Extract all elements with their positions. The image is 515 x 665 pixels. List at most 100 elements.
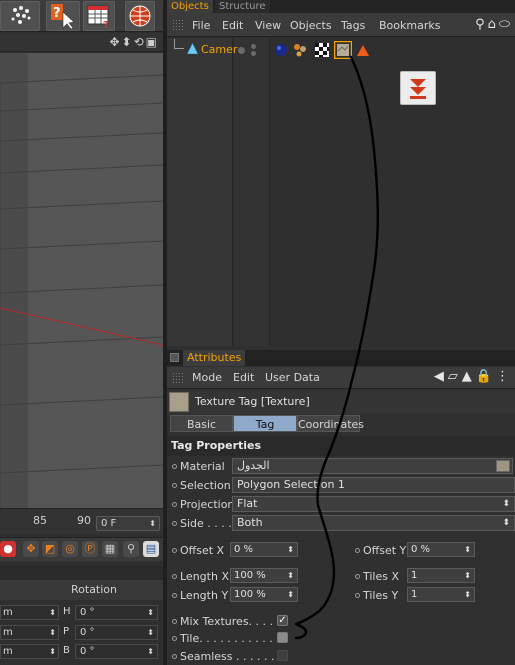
drop-down-arrows-button[interactable] bbox=[400, 71, 436, 105]
scale-key-button[interactable]: ◩ bbox=[42, 541, 58, 557]
move-key-button[interactable]: ✥ bbox=[23, 541, 39, 557]
sculpt-tool-button[interactable] bbox=[0, 1, 40, 31]
phong-tag-icon[interactable] bbox=[293, 43, 307, 57]
keyframe-selection-button[interactable]: ▤ bbox=[143, 541, 159, 557]
animate-bullet-icon[interactable] bbox=[172, 548, 177, 553]
stepper-icon[interactable]: ⬍ bbox=[287, 569, 294, 582]
render-visibility-dot-top[interactable] bbox=[251, 44, 256, 49]
viewport-nav-icons[interactable]: ✥⬍⟲▣ bbox=[109, 35, 159, 49]
material-link-field[interactable]: الجدول bbox=[232, 458, 513, 474]
side-select[interactable]: Both ⬍ bbox=[232, 515, 515, 531]
animate-bullet-icon[interactable] bbox=[172, 483, 177, 488]
seamless-checkbox[interactable] bbox=[277, 650, 288, 661]
double-chevron-down-icon bbox=[410, 79, 426, 99]
tab-structure[interactable]: Structure bbox=[215, 0, 270, 13]
length-y-field[interactable]: 100 % ⬍ bbox=[230, 587, 298, 602]
editor-visibility-dot[interactable] bbox=[238, 47, 245, 54]
animate-bullet-icon[interactable] bbox=[355, 593, 360, 598]
animate-bullet-icon[interactable] bbox=[172, 636, 177, 641]
animate-bullet-icon[interactable] bbox=[172, 593, 177, 598]
rotation-h-field[interactable]: 0 ° ⬍ bbox=[75, 605, 158, 620]
auto-key-button[interactable]: ⚲ bbox=[123, 541, 139, 557]
position-field[interactable]: m ⬍ bbox=[0, 644, 59, 659]
projection-select[interactable]: Flat ⬍ bbox=[232, 496, 515, 512]
tiles-y-field[interactable]: 1 ⬍ bbox=[407, 587, 475, 602]
stepper-icon[interactable]: ⬍ bbox=[149, 517, 156, 530]
material-preview-icon[interactable] bbox=[496, 460, 510, 472]
length-x-value: 100 % bbox=[234, 570, 266, 581]
side-label: Side . . . . bbox=[180, 517, 232, 530]
tab-objects[interactable]: Objects bbox=[167, 0, 213, 13]
menu-mode[interactable]: Mode bbox=[192, 371, 222, 384]
stepper-icon[interactable]: ⬍ bbox=[464, 543, 471, 556]
object-name[interactable]: Camer bbox=[201, 43, 237, 56]
stepper-icon[interactable]: ⬍ bbox=[287, 588, 294, 601]
sphere-tag-icon[interactable] bbox=[274, 43, 288, 57]
projection-label: Projection bbox=[180, 498, 235, 511]
position-field[interactable]: m ⬍ bbox=[0, 625, 59, 640]
panel-lock-checkbox[interactable] bbox=[170, 353, 179, 362]
stepper-icon[interactable]: ⬍ bbox=[287, 543, 294, 556]
menu-edit[interactable]: Edit bbox=[222, 19, 243, 32]
selection-field[interactable]: Polygon Selection 1 bbox=[232, 477, 515, 493]
stepper-icon[interactable]: ⬍ bbox=[147, 606, 154, 619]
tab-tag[interactable]: Tag bbox=[233, 415, 297, 432]
tile-checkbox[interactable] bbox=[277, 632, 288, 643]
param-key-button[interactable]: Ⓟ bbox=[82, 541, 98, 557]
rotation-p-field[interactable]: 0 ° ⬍ bbox=[75, 625, 158, 640]
nav-arrows-lock-icons[interactable]: ◀▱▲🔒⋮ bbox=[434, 369, 513, 384]
panel-grip-icon[interactable] bbox=[172, 372, 184, 384]
stepper-icon[interactable]: ⬍ bbox=[49, 626, 56, 639]
stepper-icon[interactable]: ⬍ bbox=[49, 606, 56, 619]
spreadsheet-button[interactable]: ? bbox=[83, 1, 115, 31]
help-button[interactable]: ? bbox=[46, 1, 80, 31]
render-visibility-dot-bottom[interactable] bbox=[251, 51, 256, 56]
animate-bullet-icon[interactable] bbox=[172, 464, 177, 469]
menu-edit[interactable]: Edit bbox=[233, 371, 254, 384]
mix-textures-checkbox[interactable]: ✓ bbox=[277, 615, 288, 626]
object-list[interactable]: Camer bbox=[167, 38, 515, 346]
animate-bullet-icon[interactable] bbox=[172, 619, 177, 624]
animate-bullet-icon[interactable] bbox=[172, 521, 177, 526]
rotate-key-button[interactable]: ◎ bbox=[62, 541, 78, 557]
web-button[interactable] bbox=[125, 1, 155, 31]
current-frame-field[interactable]: 0 F ⬍ bbox=[96, 516, 160, 531]
offset-y-field[interactable]: 0 % ⬍ bbox=[407, 542, 475, 557]
tiles-x-field[interactable]: 1 ⬍ bbox=[407, 568, 475, 583]
offset-x-field[interactable]: 0 % ⬍ bbox=[230, 542, 298, 557]
length-x-field[interactable]: 100 % ⬍ bbox=[230, 568, 298, 583]
stepper-icon[interactable]: ⬍ bbox=[49, 645, 56, 658]
animate-bullet-icon[interactable] bbox=[355, 548, 360, 553]
position-field[interactable]: m ⬍ bbox=[0, 605, 59, 620]
tab-attributes[interactable]: Attributes bbox=[183, 350, 246, 366]
tab-basic[interactable]: Basic bbox=[170, 415, 233, 432]
menu-file[interactable]: File bbox=[192, 19, 210, 32]
panel-grip-icon[interactable] bbox=[172, 19, 184, 31]
tab-coordinates[interactable]: Coordinates bbox=[297, 415, 364, 432]
stepper-icon[interactable]: ⬍ bbox=[147, 626, 154, 639]
object-row-camera[interactable]: Camer bbox=[167, 39, 515, 59]
camera-icon bbox=[187, 43, 198, 54]
3d-viewport[interactable] bbox=[0, 53, 163, 508]
stepper-icon[interactable]: ⬍ bbox=[464, 569, 471, 582]
stepper-icon[interactable]: ⬍ bbox=[147, 645, 154, 658]
animate-bullet-icon[interactable] bbox=[355, 574, 360, 579]
rotation-b-field[interactable]: 0 ° ⬍ bbox=[75, 644, 158, 659]
menu-view[interactable]: View bbox=[255, 19, 281, 32]
menu-tags[interactable]: Tags bbox=[341, 19, 365, 32]
checker-texture-icon[interactable] bbox=[315, 43, 329, 57]
stepper-icon[interactable]: ⬍ bbox=[464, 588, 471, 601]
triangle-tag-icon[interactable] bbox=[356, 43, 370, 57]
menu-objects[interactable]: Objects bbox=[290, 19, 332, 32]
search-home-icons[interactable]: ⚲⌂⬭ bbox=[475, 17, 513, 32]
menu-user-data[interactable]: User Data bbox=[265, 371, 320, 384]
pla-key-button[interactable]: ▦ bbox=[102, 541, 118, 557]
offset-x-label: Offset X bbox=[180, 544, 225, 557]
record-button[interactable]: ● bbox=[0, 541, 16, 557]
texture-tag-icon-selected[interactable] bbox=[334, 41, 352, 59]
animate-bullet-icon[interactable] bbox=[172, 574, 177, 579]
menu-bookmarks[interactable]: Bookmarks bbox=[379, 19, 440, 32]
animate-bullet-icon[interactable] bbox=[172, 502, 177, 507]
rotation-b-value: 0 ° bbox=[80, 646, 95, 657]
animate-bullet-icon[interactable] bbox=[172, 654, 177, 659]
